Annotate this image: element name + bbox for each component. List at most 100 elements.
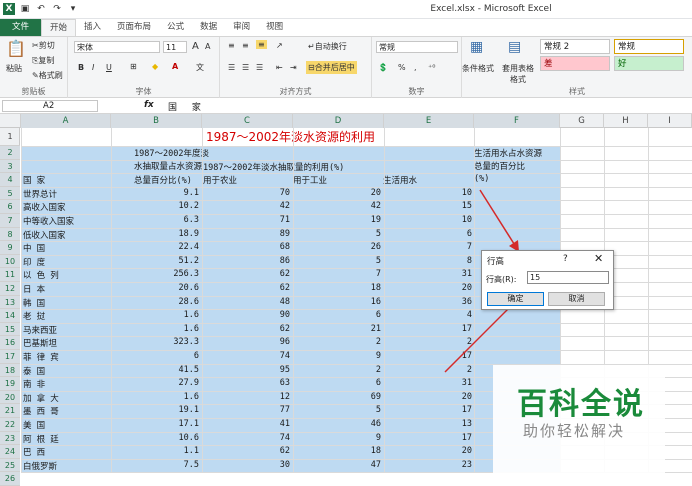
value-cell[interactable]: 31 [462,269,472,279]
value-cell[interactable]: 47 [371,460,381,470]
tab-page-layout[interactable]: 页面布局 [109,19,159,36]
country-cell[interactable]: 白俄罗斯 [23,460,57,472]
value-cell[interactable]: 9 [376,433,381,443]
value-cell[interactable]: 256.3 [173,269,199,279]
value-cell[interactable]: 10.6 [179,433,199,443]
orientation-icon[interactable]: ↗ [276,41,283,50]
row-header-22[interactable]: 22 [0,418,20,432]
value-cell[interactable]: 86 [280,256,290,266]
value-cell[interactable]: 1.1 [184,446,199,456]
country-cell[interactable]: 巴 西 [23,446,45,458]
value-cell[interactable]: 69 [371,392,381,402]
style-bad[interactable]: 差 [540,56,610,71]
country-cell[interactable]: 韩 国 [23,297,45,309]
decrease-indent-icon[interactable]: ⇤ [276,63,283,72]
value-cell[interactable]: 6.3 [184,215,199,225]
value-cell[interactable]: 1.6 [184,392,199,402]
column-header-a[interactable]: A [21,114,111,128]
value-cell[interactable]: 16 [371,297,381,307]
grow-font-button[interactable]: A [192,41,199,52]
row-header-6[interactable]: 6 [0,200,20,214]
value-cell[interactable]: 17 [462,324,472,334]
paste-icon[interactable]: 📋 [6,39,26,58]
row-header-3[interactable]: 3 [0,159,20,174]
currency-icon[interactable]: 💲 [378,63,388,72]
decimal-icon[interactable]: ⁺⁰ [428,63,435,72]
column-header-e[interactable]: E [384,114,474,128]
country-cell[interactable]: 阿 根 廷 [23,433,59,445]
row-header-19[interactable]: 19 [0,377,20,391]
column-header-b[interactable]: B [111,114,202,128]
row-header-23[interactable]: 23 [0,431,20,446]
value-cell[interactable]: 62 [280,283,290,293]
tab-home[interactable]: 开始 [41,19,77,36]
paste-button[interactable]: 粘贴 [6,63,22,74]
row-header-21[interactable]: 21 [0,404,20,418]
style-normal-2[interactable]: 常规 2 [540,39,610,54]
country-cell[interactable]: 老 挝 [23,310,45,322]
value-cell[interactable]: 18.9 [179,229,199,239]
value-cell[interactable]: 17 [462,351,472,361]
row-header-13[interactable]: 13 [0,295,20,310]
country-cell[interactable]: 泰 国 [23,365,45,377]
row-header-20[interactable]: 20 [0,390,20,405]
value-cell[interactable]: 17 [462,405,472,415]
value-cell[interactable]: 31 [462,378,472,388]
value-cell[interactable]: 48 [280,297,290,307]
column-header-d[interactable]: D [293,114,384,128]
value-cell[interactable]: 10 [462,215,472,225]
font-size-select[interactable]: 11 [163,41,187,53]
underline-button[interactable]: U [106,63,112,72]
value-cell[interactable]: 95 [280,365,290,375]
percent-button[interactable]: % [398,63,406,72]
value-cell[interactable]: 30 [280,460,290,470]
row-header-12[interactable]: 12 [0,282,20,296]
value-cell[interactable]: 15 [462,201,472,211]
row-header-7[interactable]: 7 [0,214,20,228]
value-cell[interactable]: 28.6 [179,297,199,307]
value-cell[interactable]: 42 [371,201,381,211]
value-cell[interactable]: 7.5 [184,460,199,470]
row-header-14[interactable]: 14 [0,309,20,323]
close-icon[interactable]: ✕ [594,252,603,265]
align-bottom-icon[interactable]: ≡ [256,40,267,49]
value-cell[interactable]: 23 [462,460,472,470]
country-cell[interactable]: 以 色 列 [23,269,59,281]
value-cell[interactable]: 26 [371,242,381,252]
align-right-icon[interactable]: ☰ [256,63,263,72]
value-cell[interactable]: 89 [280,229,290,239]
value-cell[interactable]: 6 [194,351,199,361]
row-header-4[interactable]: 4 [0,173,20,187]
phonetic-icon[interactable]: 文 [196,62,204,73]
value-cell[interactable]: 5 [376,229,381,239]
value-cell[interactable]: 5 [376,405,381,415]
value-cell[interactable]: 2 [467,365,472,375]
value-cell[interactable]: 62 [280,324,290,334]
value-cell[interactable]: 71 [280,215,290,225]
value-cell[interactable]: 41 [280,419,290,429]
value-cell[interactable]: 21 [371,324,381,334]
value-cell[interactable]: 77 [280,405,290,415]
bold-button[interactable]: B [78,63,84,72]
value-cell[interactable]: 41.5 [179,365,199,375]
tab-view[interactable]: 视图 [258,19,291,36]
value-cell[interactable]: 20 [462,283,472,293]
merge-center-button[interactable]: ⊟合并后居中 [306,61,357,74]
value-cell[interactable]: 13 [462,419,472,429]
country-cell[interactable]: 南 非 [23,378,45,390]
tab-formulas[interactable]: 公式 [159,19,192,36]
value-cell[interactable]: 74 [280,351,290,361]
value-cell[interactable]: 36 [462,297,472,307]
country-cell[interactable]: 世界总计 [23,188,57,200]
value-cell[interactable]: 17.1 [179,419,199,429]
sheet-title[interactable]: 1987～2002年淡水资源的利用 [21,128,560,146]
row-height-input[interactable]: 15 [527,271,609,284]
value-cell[interactable]: 19 [371,215,381,225]
value-cell[interactable]: 19.1 [179,405,199,415]
style-normal[interactable]: 常规 [614,39,684,54]
value-cell[interactable]: 18 [371,283,381,293]
align-left-icon[interactable]: ☰ [228,63,235,72]
row-header-26[interactable]: 26 [0,472,20,486]
value-cell[interactable]: 46 [371,419,381,429]
format-painter-button[interactable]: ✎格式刷 [32,70,63,81]
